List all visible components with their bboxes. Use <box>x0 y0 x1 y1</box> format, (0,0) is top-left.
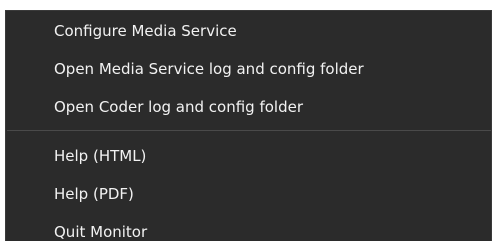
menu-item-open-media-service-log-folder[interactable]: Open Media Service log and config folder <box>6 51 491 87</box>
menu-separator <box>7 130 491 131</box>
context-menu: Configure Media Service Open Media Servi… <box>5 10 492 241</box>
menu-item-help-pdf[interactable]: Help (PDF) <box>6 176 491 212</box>
menu-item-quit-monitor[interactable]: Quit Monitor <box>6 214 491 241</box>
menu-item-help-html[interactable]: Help (HTML) <box>6 138 491 174</box>
menu-item-open-coder-log-folder[interactable]: Open Coder log and config folder <box>6 89 491 125</box>
menu-item-configure-media-service[interactable]: Configure Media Service <box>6 13 491 49</box>
